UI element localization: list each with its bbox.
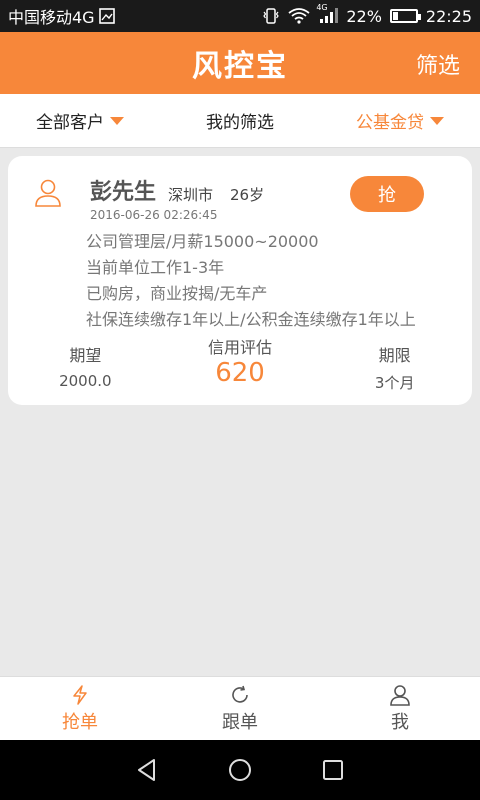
- bottom-nav: 抢单 跟单 我: [0, 676, 480, 740]
- image-notification-icon: [98, 8, 115, 24]
- app-header: 风控宝 筛选: [0, 32, 480, 94]
- stat-term-value: 3个月: [374, 374, 415, 392]
- customer-name: 彭先生: [90, 180, 157, 205]
- stat-term: 期限 3个月: [317, 342, 472, 393]
- filter-tabs: 全部客户 我的筛选 公基金贷: [0, 94, 480, 148]
- grab-order-button[interactable]: 抢: [350, 176, 424, 212]
- recent-apps-icon[interactable]: [320, 757, 346, 783]
- detail-line: 已购房，商业按揭/无车产: [86, 284, 268, 303]
- clock: 22:25: [425, 6, 472, 26]
- nav-item-follow[interactable]: 跟单: [160, 677, 320, 740]
- refresh-icon: [232, 685, 248, 703]
- nav-item-grab-label: 抢单: [62, 711, 98, 733]
- nav-item-me[interactable]: 我: [320, 677, 480, 740]
- system-nav-bar: [0, 740, 480, 800]
- customer-age: 26岁: [230, 186, 265, 204]
- nav-item-follow-label: 跟单: [222, 711, 258, 733]
- detail-line: 公司管理层/月薪15000~20000: [86, 232, 319, 251]
- battery-percent: 22%: [346, 6, 382, 26]
- person-icon: [390, 684, 410, 706]
- customer-stats: 期望 2000.0 信用评估 620 期限 3个月: [8, 338, 472, 393]
- app-title: 风控宝: [192, 49, 288, 84]
- filter-button[interactable]: 筛选: [416, 48, 460, 80]
- detail-line: 当前单位工作1-3年: [86, 258, 225, 277]
- customer-card[interactable]: 彭先生 深圳市 26岁 2016-06-26 02:26:45 抢 公司管理层/…: [8, 156, 472, 405]
- battery-icon: [389, 9, 421, 23]
- carrier-label: 中国移动4G: [8, 8, 95, 27]
- wifi-icon: [288, 8, 310, 24]
- vibrate-icon: [263, 8, 280, 24]
- customer-timestamp: 2016-06-26 02:26:45: [90, 208, 218, 222]
- nav-item-me-label: 我: [391, 711, 409, 733]
- status-bar: 中国移动4G 4G 22% 22:25: [0, 0, 480, 32]
- home-icon[interactable]: [227, 757, 253, 783]
- detail-line: 社保连续缴存1年以上/公积金连续缴存1年以上: [86, 310, 416, 329]
- stat-expected-label: 期望: [69, 346, 102, 365]
- tab-fund-loan[interactable]: 公基金贷: [320, 108, 480, 133]
- tab-all-customers-label: 全部客户: [36, 113, 104, 133]
- user-avatar-icon: [35, 179, 61, 207]
- chevron-down-icon: [430, 116, 444, 125]
- customer-details: 公司管理层/月薪15000~20000 当前单位工作1-3年 已购房，商业按揭/…: [86, 229, 478, 333]
- customer-city: 深圳市: [168, 186, 214, 204]
- stat-credit-score: 信用评估 620: [163, 338, 318, 393]
- tab-my-filter[interactable]: 我的筛选: [160, 108, 320, 133]
- tab-fund-loan-label: 公基金贷: [356, 113, 424, 133]
- back-icon[interactable]: [134, 757, 160, 783]
- stat-term-label: 期限: [378, 346, 411, 365]
- chevron-down-icon: [110, 116, 124, 125]
- nav-item-grab[interactable]: 抢单: [0, 677, 160, 740]
- tab-all-customers[interactable]: 全部客户: [0, 108, 160, 133]
- network-type-label: 4G: [316, 3, 328, 12]
- stat-credit-score-value: 620: [215, 358, 265, 388]
- stat-expected-value: 2000.0: [59, 372, 112, 390]
- stat-expected: 期望 2000.0: [8, 342, 163, 393]
- stat-credit-score-label: 信用评估: [208, 338, 273, 357]
- lightning-icon: [73, 684, 87, 705]
- tab-my-filter-label: 我的筛选: [206, 113, 274, 133]
